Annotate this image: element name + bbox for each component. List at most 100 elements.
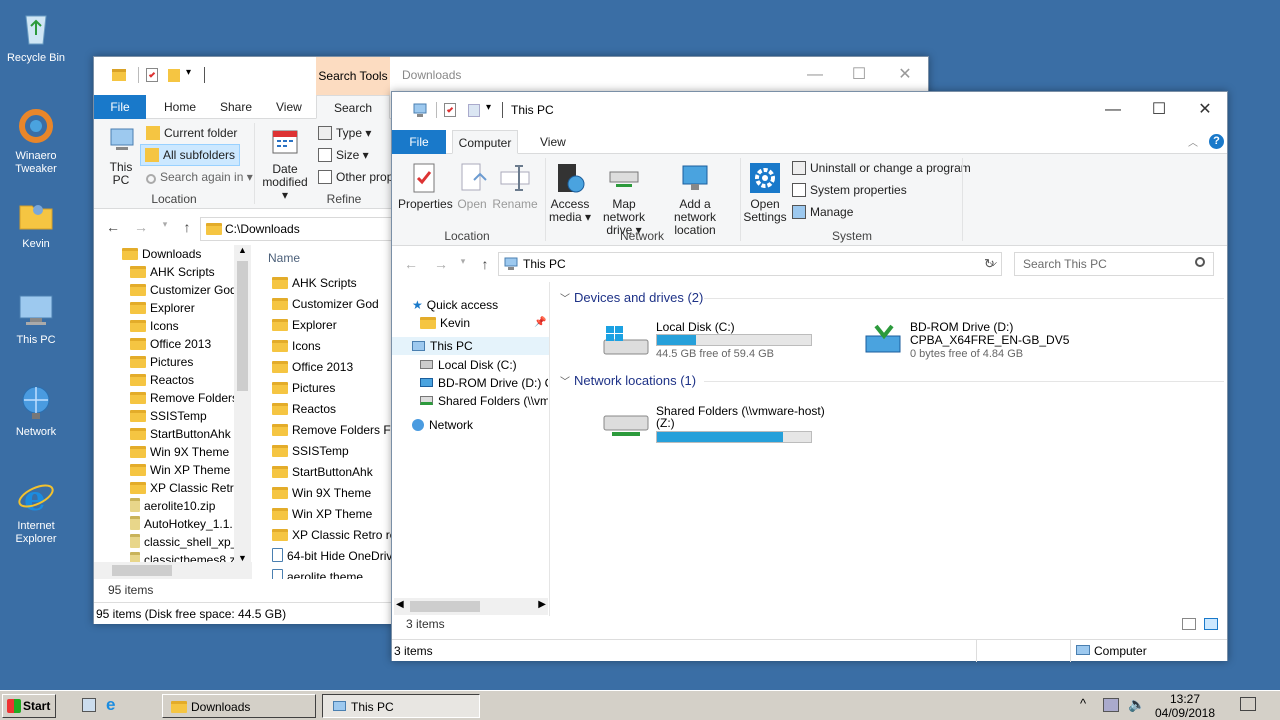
desktop-icon-network[interactable]: Network xyxy=(4,382,68,439)
tree-horizontal-scrollbar[interactable] xyxy=(94,562,252,579)
date-modified-button[interactable]: Date modified ▾ xyxy=(258,125,312,202)
file-list-item[interactable]: StartButtonAhk xyxy=(272,462,392,483)
nav-shared-folders[interactable]: Shared Folders (\\vmw xyxy=(420,392,548,410)
taskbar-this-pc-button[interactable]: This PC xyxy=(322,694,480,718)
desktop-icon-internet-explorer[interactable]: e Internet Explorer xyxy=(4,476,68,546)
open-button[interactable]: Open xyxy=(452,160,492,211)
up-arrow-icon[interactable]: ↑ xyxy=(176,219,198,235)
file-list-item[interactable]: Pictures xyxy=(272,378,392,399)
devices-group-header[interactable]: ﹀ Devices and drives (2) xyxy=(560,290,703,305)
close-button[interactable]: ✕ xyxy=(882,57,928,93)
back-arrow-icon[interactable]: ← xyxy=(102,219,124,235)
file-list-item[interactable]: Remove Folders From xyxy=(272,420,392,441)
tab-file[interactable]: File xyxy=(94,95,146,119)
close-button[interactable]: ✕ xyxy=(1182,92,1228,128)
desktop-icon-kevin[interactable]: Kevin xyxy=(4,194,68,251)
file-list-item[interactable]: XP Classic Retro rev I xyxy=(272,525,392,546)
file-list-item[interactable]: aerolite.theme xyxy=(272,567,392,579)
file-list-item[interactable]: Explorer xyxy=(272,315,392,336)
taskbar-downloads-button[interactable]: Downloads xyxy=(162,694,316,718)
current-folder-button[interactable]: Current folder xyxy=(146,123,237,143)
properties-quick-icon[interactable] xyxy=(444,103,456,117)
qat-dropdown-icon[interactable]: ▾ xyxy=(186,67,191,78)
details-view-icon[interactable] xyxy=(1182,618,1196,630)
open-settings-button[interactable]: Open Settings xyxy=(742,160,788,224)
tab-share[interactable]: Share xyxy=(208,95,264,119)
large-icons-view-icon[interactable] xyxy=(1204,618,1218,630)
rename-button[interactable]: Rename xyxy=(492,160,538,211)
file-list-item[interactable]: Win XP Theme xyxy=(272,504,392,525)
nav-quick-access[interactable]: ★ Quick access xyxy=(412,296,547,314)
clock[interactable]: 13:27 04/09/2018 xyxy=(1150,692,1220,720)
help-icon[interactable]: ? xyxy=(1209,134,1224,149)
file-list-item[interactable]: Icons xyxy=(272,336,392,357)
minimize-button[interactable]: — xyxy=(792,57,838,93)
recent-locations-chevron-icon[interactable]: ▾ xyxy=(154,219,176,230)
refresh-icon[interactable]: ↻ xyxy=(984,256,995,272)
tab-view[interactable]: View xyxy=(528,130,578,154)
nav-horizontal-scrollbar[interactable]: ◀ ▶ xyxy=(394,598,548,615)
nav-kevin[interactable]: Kevin 📌 xyxy=(420,314,550,332)
new-folder-quick-icon[interactable] xyxy=(168,69,180,82)
downloads-title-bar[interactable]: ▾ Search Tools Downloads — ☐ ✕ xyxy=(94,57,928,97)
volume-icon[interactable]: 🔈 xyxy=(1128,696,1145,713)
file-list-item[interactable]: Win 9X Theme xyxy=(272,483,392,504)
desktop-icon-winaero[interactable]: Winaero Tweaker xyxy=(4,106,68,176)
collapse-ribbon-chevron-icon[interactable]: ︿ xyxy=(1188,134,1198,149)
show-desktop-icon[interactable] xyxy=(82,698,96,712)
forward-arrow-icon[interactable]: → xyxy=(430,256,452,272)
file-list-item[interactable]: SSISTemp xyxy=(272,441,392,462)
desktop-icon-recycle-bin[interactable]: Recycle Bin xyxy=(4,8,68,65)
file-list-item[interactable]: Customizer God xyxy=(272,294,392,315)
add-network-location-button[interactable]: Add a network location xyxy=(658,160,732,237)
this-pc-window[interactable]: ▾ This PC — ☐ ✕ File Computer View ︿ ? P… xyxy=(391,91,1228,662)
forward-arrow-icon[interactable]: → xyxy=(130,219,152,235)
file-list-item[interactable]: 64-bit Hide OneDrive xyxy=(272,546,392,567)
nav-local-disk[interactable]: Local Disk (C:) xyxy=(420,356,548,374)
this-pc-title-bar[interactable]: ▾ This PC — ☐ ✕ xyxy=(392,92,1227,128)
file-list-item[interactable]: Office 2013 xyxy=(272,357,392,378)
qat-dropdown-icon[interactable]: ▾ xyxy=(486,102,491,113)
access-media-button[interactable]: Access media ▾ xyxy=(548,160,592,224)
up-arrow-icon[interactable]: ↑ xyxy=(474,256,496,272)
maximize-button[interactable]: ☐ xyxy=(836,57,882,93)
this-pc-scope-button[interactable]: This PC xyxy=(102,123,140,187)
system-properties-button[interactable]: System properties xyxy=(792,180,907,200)
back-arrow-icon[interactable]: ← xyxy=(400,256,422,272)
nav-network[interactable]: Network xyxy=(412,416,547,434)
nav-bd-rom[interactable]: BD-ROM Drive (D:) CPE xyxy=(420,374,548,392)
uninstall-program-button[interactable]: Uninstall or change a program xyxy=(792,158,971,178)
tab-search[interactable]: Search xyxy=(316,95,390,119)
network-locations-group-header[interactable]: ﹀ Network locations (1) xyxy=(560,373,696,388)
map-network-drive-button[interactable]: Map network drive ▾ xyxy=(592,160,656,237)
name-column-header[interactable]: Name xyxy=(268,251,300,265)
drive-tile-d[interactable]: BD-ROM Drive (D:) CPBA_X64FRE_EN-GB_DV5 … xyxy=(864,318,1094,364)
tab-computer[interactable]: Computer xyxy=(452,130,518,154)
new-folder-quick-icon[interactable] xyxy=(468,104,480,117)
manage-button[interactable]: Manage xyxy=(792,202,853,222)
start-button[interactable]: Start xyxy=(2,694,56,718)
desktop-icon-this-pc[interactable]: This PC xyxy=(4,290,68,347)
action-center-icon[interactable] xyxy=(1240,697,1256,711)
tree-item-downloads[interactable]: Downloads xyxy=(122,245,252,263)
this-pc-address-bar[interactable]: This PC ⌵ xyxy=(498,252,1002,276)
type-button[interactable]: Type ▾ xyxy=(318,123,371,143)
downloads-address-bar[interactable]: C:\Downloads xyxy=(200,217,400,241)
nav-this-pc[interactable]: This PC xyxy=(392,337,549,355)
recent-locations-chevron-icon[interactable]: ▾ xyxy=(452,256,474,267)
search-again-in-button[interactable]: Search again in ▾ xyxy=(146,167,253,187)
network-tray-icon[interactable] xyxy=(1103,698,1119,712)
properties-button[interactable]: Properties xyxy=(398,160,453,211)
other-properties-button[interactable]: Other prope xyxy=(318,167,400,187)
internet-explorer-icon[interactable]: e xyxy=(106,695,115,715)
minimize-button[interactable]: — xyxy=(1090,92,1136,128)
properties-quick-icon[interactable] xyxy=(146,68,158,82)
file-list-item[interactable]: AHK Scripts xyxy=(272,273,392,294)
search-icon[interactable] xyxy=(1195,257,1205,267)
tab-view[interactable]: View xyxy=(264,95,314,119)
all-subfolders-button[interactable]: All subfolders xyxy=(140,144,241,166)
drive-tile-c[interactable]: Local Disk (C:) 44.5 GB free of 59.4 GB xyxy=(602,318,832,364)
drive-tile-z[interactable]: Shared Folders (\\vmware-host) (Z:) xyxy=(602,402,832,448)
show-hidden-icons-chevron-icon[interactable]: ^ xyxy=(1080,696,1086,711)
search-input[interactable]: Search This PC xyxy=(1014,252,1214,276)
